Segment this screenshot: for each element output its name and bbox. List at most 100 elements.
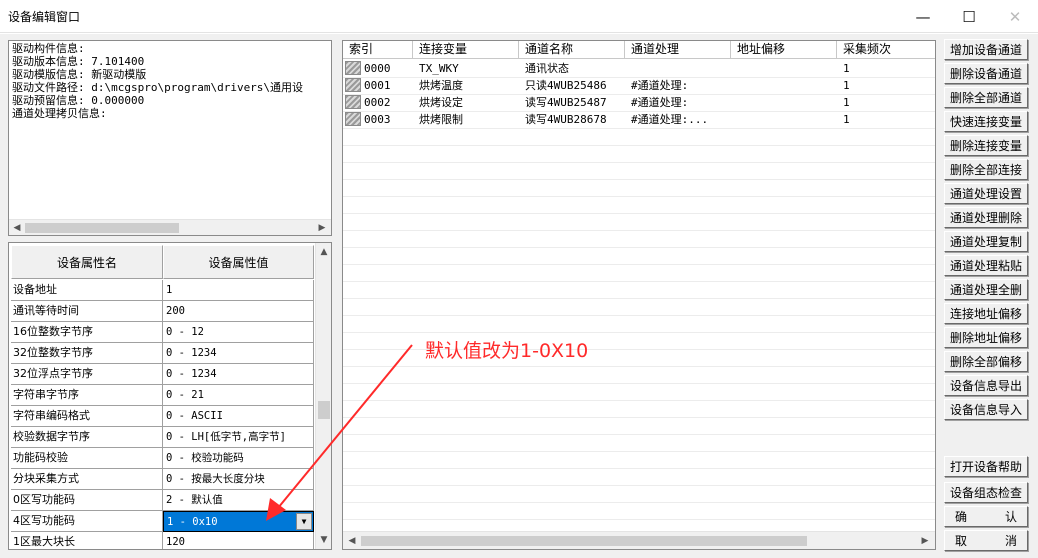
action-button[interactable]: 删除全部连接 [944, 159, 1028, 180]
device-property-grid[interactable]: 设备属性名 设备属性值 设备地址 1 通讯等待时间 200 16位整数字节序 0 - 12… [8, 242, 332, 550]
grid-line [343, 230, 935, 231]
property-value-cell[interactable]: 0 - LH[低字节,高字节] [163, 427, 314, 448]
property-name-cell[interactable]: 字符串字节序 [11, 385, 163, 406]
scroll-thumb[interactable] [318, 401, 330, 419]
scroll-right-icon[interactable]: ▶ [918, 534, 932, 548]
action-button[interactable]: 快速连接变量 [944, 111, 1028, 132]
column-header-property-value[interactable]: 设备属性值 [163, 245, 314, 279]
channel-row[interactable]: 0003 烘烤限制 读写4WUB28678 #通道处理:... 1 [343, 111, 935, 128]
scroll-right-icon[interactable]: ▶ [315, 221, 329, 235]
property-value-cell[interactable]: 0 - 12 [163, 322, 314, 343]
close-button[interactable]: ✕ [992, 0, 1038, 33]
channel-column-header[interactable]: 采集频次 [837, 41, 935, 59]
channel-row[interactable]: 0000 TX_WKY 通讯状态 1 [343, 60, 935, 77]
scroll-left-icon[interactable]: ◀ [10, 221, 24, 235]
action-button[interactable]: 删除全部偏移 [944, 351, 1028, 372]
property-value-cell[interactable]: 0 - 校验功能码 [163, 448, 314, 469]
property-value-cell[interactable]: 120 [163, 532, 314, 549]
property-row[interactable]: 校验数据字节序 0 - LH[低字节,高字节] [11, 427, 314, 448]
channel-cell: #通道处理:... [631, 113, 709, 126]
property-row[interactable]: 4区写功能码 1 - 0x10 ▼ [11, 511, 314, 532]
property-name-cell[interactable]: 分块采集方式 [11, 469, 163, 490]
cancel-button[interactable]: 取 消 [944, 530, 1028, 551]
channel-cell: #通道处理: [631, 79, 689, 92]
channel-horizontal-scrollbar[interactable]: ◀ ▶ [343, 531, 935, 549]
property-value-cell[interactable]: 0 - 1234 [163, 364, 314, 385]
property-row[interactable]: 通讯等待时间 200 [11, 301, 314, 322]
scroll-down-icon[interactable]: ▼ [317, 533, 331, 547]
channel-cell: 1 [843, 62, 850, 75]
property-name-cell[interactable]: 设备地址 [11, 280, 163, 301]
channel-row[interactable]: 0001 烘烤温度 只读4WUB25486 #通道处理: 1 [343, 77, 935, 94]
property-name-cell[interactable]: 4区写功能码 [11, 511, 163, 532]
channel-column-header[interactable]: 索引 [343, 41, 413, 59]
scroll-thumb[interactable] [25, 223, 179, 233]
driver-info-line: 驱动构件信息: [12, 42, 85, 55]
action-button[interactable]: 连接地址偏移 [944, 303, 1028, 324]
channel-column-header[interactable]: 连接变量 [413, 41, 519, 59]
property-grid-header: 设备属性名 设备属性值 [11, 245, 314, 279]
channel-row[interactable]: 0002 烘烤设定 读写4WUB25487 #通道处理: 1 [343, 94, 935, 111]
scroll-thumb[interactable] [361, 536, 807, 546]
property-value-cell[interactable]: 1 - 0x10 ▼ [163, 511, 314, 532]
property-name-cell[interactable]: 校验数据字节序 [11, 427, 163, 448]
property-vertical-scrollbar[interactable]: ▲ ▼ [315, 243, 331, 549]
property-row[interactable]: 字符串字节序 0 - 21 [11, 385, 314, 406]
property-value-cell[interactable]: 2 - 默认值 [163, 490, 314, 511]
ok-button[interactable]: 确 认 [944, 506, 1028, 527]
action-button[interactable]: 通道处理全删 [944, 279, 1028, 300]
action-button[interactable]: 删除地址偏移 [944, 327, 1028, 348]
action-button[interactable]: 通道处理设置 [944, 183, 1028, 204]
action-button[interactable]: 增加设备通道 [944, 39, 1028, 60]
property-value-cell[interactable]: 0 - 1234 [163, 343, 314, 364]
action-button[interactable]: 通道处理粘贴 [944, 255, 1028, 276]
driver-info-panel[interactable]: 驱动构件信息: 驱动版本信息: 7.101400 驱动模版信息: 新驱动模版 驱动文件… [8, 40, 332, 236]
property-row[interactable]: 字符串编码格式 0 - ASCII [11, 406, 314, 427]
property-name-cell[interactable]: 1区最大块长 [11, 532, 163, 549]
channel-column-header[interactable]: 通道名称 [519, 41, 625, 59]
property-name-cell[interactable]: 功能码校验 [11, 448, 163, 469]
property-name-cell[interactable]: 字符串编码格式 [11, 406, 163, 427]
property-row[interactable]: 设备地址 1 [11, 280, 314, 301]
action-button[interactable]: 通道处理删除 [944, 207, 1028, 228]
maximize-button[interactable]: ☐ [946, 0, 992, 33]
property-row[interactable]: 32位浮点字节序 0 - 1234 [11, 364, 314, 385]
dropdown-arrow-icon[interactable]: ▼ [296, 513, 312, 530]
action-button[interactable]: 设备信息导入 [944, 399, 1028, 420]
open-device-help-button[interactable]: 打开设备帮助 [944, 456, 1028, 477]
property-value-cell[interactable]: 0 - 按最大长度分块 [163, 469, 314, 490]
property-row[interactable]: 1区最大块长 120 [11, 532, 314, 549]
action-button[interactable]: 设备信息导出 [944, 375, 1028, 396]
property-name-cell[interactable]: 16位整数字节序 [11, 322, 163, 343]
property-row[interactable]: 32位整数字节序 0 - 1234 [11, 343, 314, 364]
cancel-label-part-2: 消 [1004, 534, 1017, 548]
property-value-cell[interactable]: 0 - 21 [163, 385, 314, 406]
minimize-button[interactable]: — [900, 0, 946, 33]
property-row[interactable]: 0区写功能码 2 - 默认值 [11, 490, 314, 511]
property-name-cell[interactable]: 0区写功能码 [11, 490, 163, 511]
ok-label-part-2: 认 [1004, 510, 1017, 524]
grid-line [343, 468, 935, 469]
property-name-cell[interactable]: 32位整数字节序 [11, 343, 163, 364]
property-name-cell[interactable]: 通讯等待时间 [11, 301, 163, 322]
channel-list[interactable]: 索引 连接变量 通道名称 通道处理 地址偏移 采集频次 0000 TX_WKY 通讯状态 1 00… [342, 40, 936, 550]
channel-column-header[interactable]: 地址偏移 [731, 41, 837, 59]
channel-index-text: 0001 [364, 79, 391, 92]
action-button[interactable]: 删除设备通道 [944, 63, 1028, 84]
property-name-cell[interactable]: 32位浮点字节序 [11, 364, 163, 385]
property-row[interactable]: 分块采集方式 0 - 按最大长度分块 [11, 469, 314, 490]
action-button[interactable]: 删除全部通道 [944, 87, 1028, 108]
property-value-cell[interactable]: 1 [163, 280, 314, 301]
action-button[interactable]: 删除连接变量 [944, 135, 1028, 156]
scroll-left-icon[interactable]: ◀ [345, 534, 359, 548]
action-button[interactable]: 通道处理复制 [944, 231, 1028, 252]
info-horizontal-scrollbar[interactable]: ◀ ▶ [9, 219, 331, 235]
property-row[interactable]: 16位整数字节序 0 - 12 [11, 322, 314, 343]
property-value-cell[interactable]: 0 - ASCII [163, 406, 314, 427]
channel-column-header[interactable]: 通道处理 [625, 41, 731, 59]
column-header-property-name[interactable]: 设备属性名 [11, 245, 163, 279]
device-config-check-button[interactable]: 设备组态检查 [944, 482, 1028, 503]
property-value-cell[interactable]: 200 [163, 301, 314, 322]
scroll-up-icon[interactable]: ▲ [317, 245, 331, 259]
property-row[interactable]: 功能码校验 0 - 校验功能码 [11, 448, 314, 469]
